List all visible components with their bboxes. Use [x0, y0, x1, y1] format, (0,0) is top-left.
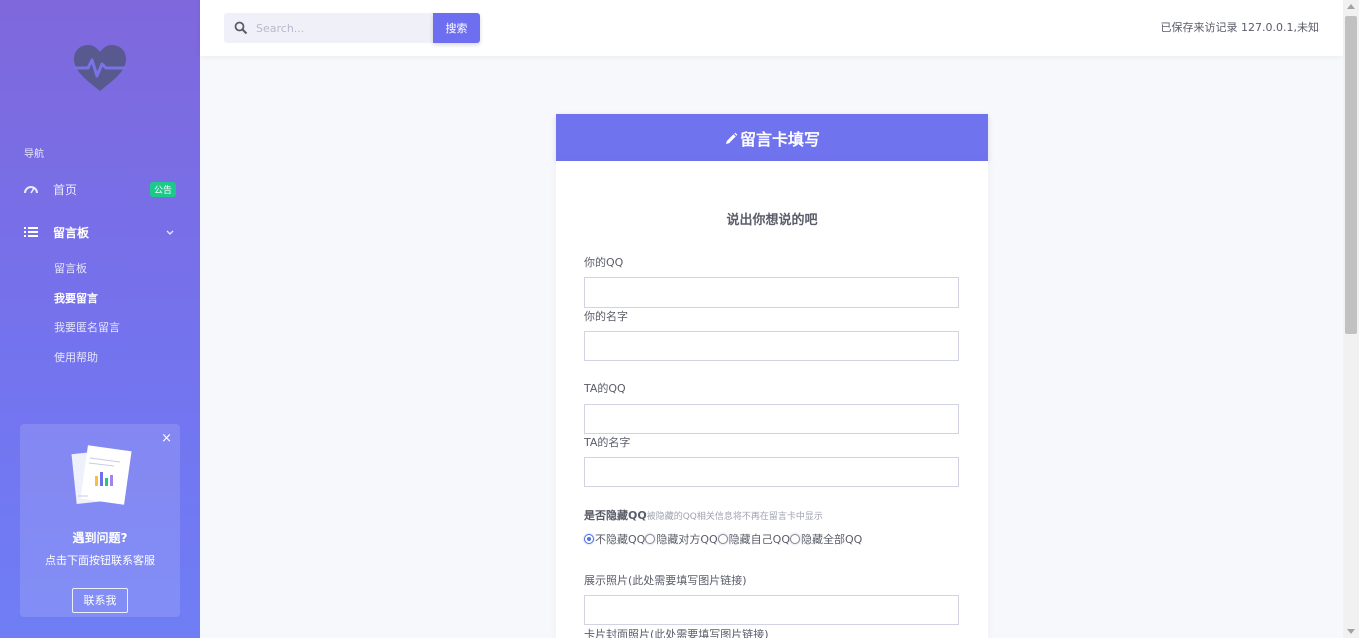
radio-dot[interactable]: [645, 534, 656, 544]
radio-label: 隐藏自己QQ: [728, 533, 790, 546]
visitor-record-text: 已保存来访记录 127.0.0.1,未知: [1160, 21, 1319, 34]
sidebar: 导航 首页 公告 留言板 留言板 我要留言 我要匿名留言 使用帮助 × 遇到问题…: [0, 0, 200, 638]
sidebar-item-label: 留言板: [53, 225, 90, 240]
sub-item-help[interactable]: 使用帮助: [54, 349, 98, 365]
radio-label: 不隐藏QQ: [595, 533, 646, 546]
sidebar-item-label: 首页: [53, 182, 78, 197]
nav-heading: 导航: [24, 149, 44, 160]
scrollbar-thumb[interactable]: [1345, 16, 1357, 334]
your-qq-input[interactable]: [584, 277, 959, 308]
sidebar-item-home[interactable]: 首页 公告: [24, 178, 178, 200]
report-illustration-icon: [70, 444, 134, 510]
card-title: 留言卡填写: [739, 129, 820, 149]
chevron-down-icon: [166, 225, 174, 239]
radio-no-hide[interactable]: 不隐藏QQ: [584, 531, 645, 547]
your-name-label: 你的名字: [584, 310, 628, 323]
sub-item-message-board[interactable]: 留言板: [54, 260, 87, 276]
close-icon[interactable]: ×: [161, 432, 172, 445]
search-button[interactable]: 搜索: [433, 13, 480, 43]
contact-button[interactable]: 联系我: [72, 588, 128, 613]
radio-hide-all[interactable]: 隐藏全部QQ: [789, 531, 863, 547]
sidebar-item-message-board[interactable]: 留言板: [24, 221, 178, 243]
radio-label: 隐藏全部QQ: [800, 533, 863, 546]
card-body: [556, 161, 988, 638]
promo-title: 遇到问题?: [72, 531, 128, 545]
ta-qq-input[interactable]: [584, 404, 959, 434]
radio-dot[interactable]: [717, 534, 728, 544]
ta-name-input[interactable]: [584, 457, 959, 487]
hide-qq-hint: 被隐藏的QQ相关信息将不再在留言卡中显示: [646, 512, 823, 522]
photo-url-input[interactable]: [584, 595, 959, 625]
cover-label: 卡片封面照片(此处需要填写图片链接): [584, 628, 769, 638]
radio-hide-other[interactable]: 隐藏对方QQ: [645, 531, 718, 547]
your-name-input[interactable]: [584, 331, 959, 361]
scroll-up-arrow-icon[interactable]: [1347, 4, 1355, 9]
hide-qq-radio-group: 不隐藏QQ 隐藏对方QQ 隐藏自己QQ 隐藏全部QQ: [584, 531, 862, 547]
photo-label: 展示照片(此处需要填写图片链接): [584, 574, 747, 587]
radio-label: 隐藏对方QQ: [656, 533, 718, 546]
speedometer-icon: [24, 181, 44, 197]
heart-pulse-logo-icon[interactable]: [70, 44, 130, 94]
pencil-icon: [724, 131, 738, 145]
radio-dot[interactable]: [584, 534, 594, 544]
help-promo-card: × 遇到问题? 点击下面按钮联系客服 联系我: [20, 424, 180, 617]
topbar: 搜索 已保存来访记录 127.0.0.1,未知: [200, 0, 1343, 56]
card-subtitle: 说出你想说的吧: [726, 213, 818, 228]
list-icon: [24, 224, 44, 240]
radio-hide-self[interactable]: 隐藏自己QQ: [717, 531, 790, 547]
card-header: 留言卡填写: [556, 114, 988, 161]
hide-qq-label: 是否隐藏QQ被隐藏的QQ相关信息将不再在留言卡中显示: [584, 507, 823, 523]
page-scrollbar[interactable]: [1343, 0, 1359, 638]
sub-item-leave-message[interactable]: 我要留言: [54, 290, 98, 306]
ta-name-label: TA的名字: [584, 436, 631, 449]
search-box: [224, 13, 433, 43]
sub-item-anonymous-message[interactable]: 我要匿名留言: [54, 319, 120, 335]
your-qq-label: 你的QQ: [584, 256, 624, 269]
announcement-badge: 公告: [149, 182, 176, 197]
search-icon: [234, 21, 248, 35]
radio-dot[interactable]: [789, 534, 800, 544]
scroll-down-arrow-icon[interactable]: [1347, 629, 1355, 634]
ta-qq-label: TA的QQ: [584, 382, 626, 395]
promo-text: 点击下面按钮联系客服: [45, 554, 155, 567]
hide-qq-label-text: 是否隐藏QQ: [584, 509, 647, 522]
search-input[interactable]: [256, 21, 426, 35]
